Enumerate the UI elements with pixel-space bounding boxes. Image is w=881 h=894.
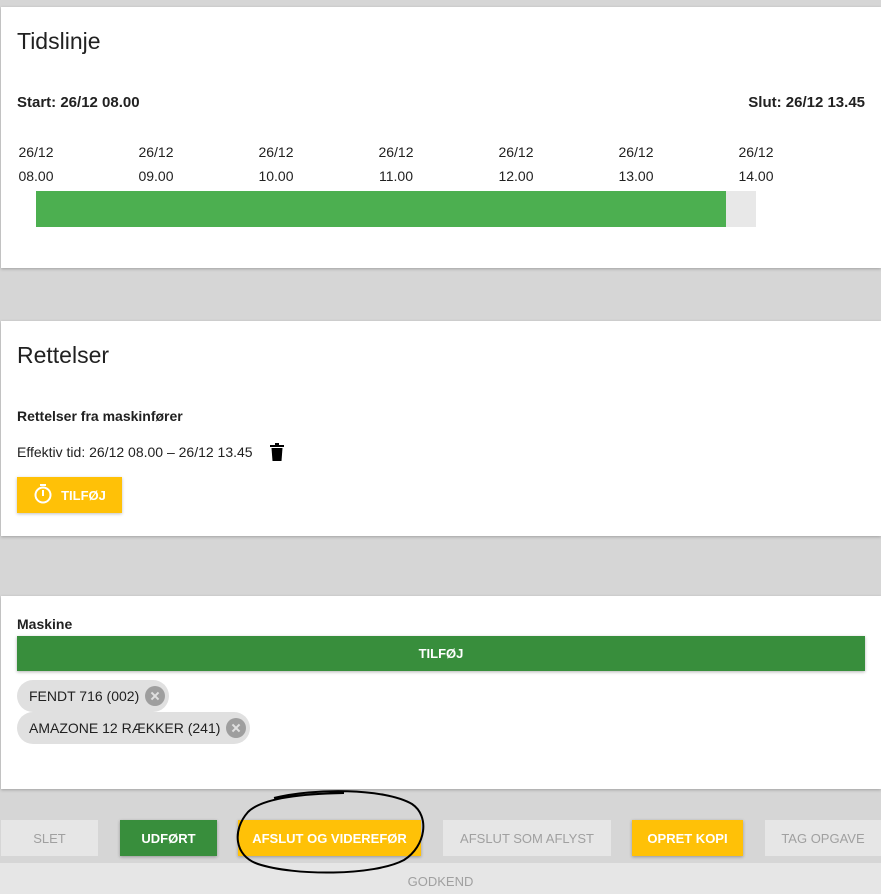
machine-chip: FENDT 716 (002) — [17, 680, 170, 712]
add-correction-button[interactable]: TILFØJ — [17, 477, 122, 513]
timeline-card: Tidslinje Start: 26/12 08.00 Slut: 26/12… — [1, 7, 881, 268]
add-correction-label: TILFØJ — [61, 487, 106, 503]
machine-subheading: Maskine — [17, 616, 73, 632]
corrections-subheading: Rettelser fra maskinfører — [17, 408, 183, 424]
corrections-card: Rettelser Rettelser fra maskinfører Effe… — [1, 321, 881, 536]
finish-cancelled-button[interactable]: AFSLUT SOM AFLYST — [443, 820, 611, 856]
timeline-tick: 26/12 11.00 — [378, 144, 414, 184]
create-copy-button[interactable]: OPRET KOPI — [632, 820, 743, 856]
timeline-track — [36, 191, 756, 227]
machine-chip-label: AMAZONE 12 RÆKKER (241) — [29, 720, 221, 736]
close-icon[interactable] — [226, 718, 247, 738]
effective-time-text: Effektiv tid: 26/12 08.00 – 26/12 13.45 — [17, 444, 253, 460]
timer-icon — [33, 483, 53, 507]
corrections-title: Rettelser — [17, 342, 110, 368]
machine-chip: AMAZONE 12 RÆKKER (241) — [17, 712, 251, 744]
machine-card: Maskine TILFØJ FENDT 716 (002) AMAZONE 1… — [1, 596, 881, 789]
finish-continue-button[interactable]: AFSLUT OG VIDEREFØR — [238, 820, 421, 856]
timeline-tick: 26/12 10.00 — [258, 144, 294, 184]
timeline-tick: 26/12 12.00 — [498, 144, 534, 184]
timeline-title: Tidslinje — [17, 28, 101, 54]
timeline-end: Slut: 26/12 13.45 — [748, 94, 865, 111]
timeline-tick: 26/12 14.00 — [738, 144, 774, 184]
take-task-button[interactable]: TAG OPGAVE — [765, 820, 881, 856]
close-icon[interactable] — [145, 686, 166, 706]
effective-time-row: Effektiv tid: 26/12 08.00 – 26/12 13.45 — [17, 443, 285, 461]
timeline-start: Start: 26/12 08.00 — [17, 94, 140, 111]
approve-button[interactable]: GODKEND — [0, 863, 881, 894]
timeline-tick: 26/12 13.00 — [618, 144, 654, 184]
timeline-tick: 26/12 09.00 — [138, 144, 174, 184]
delete-button[interactable]: SLET — [1, 820, 98, 856]
add-machine-button[interactable]: TILFØJ — [17, 636, 865, 671]
timeline-tick: 26/12 08.00 — [18, 144, 54, 184]
trash-icon[interactable] — [269, 443, 285, 461]
timeline-progress-bar — [36, 191, 726, 227]
machine-chip-label: FENDT 716 (002) — [29, 688, 140, 704]
done-button[interactable]: UDFØRT — [120, 820, 217, 856]
